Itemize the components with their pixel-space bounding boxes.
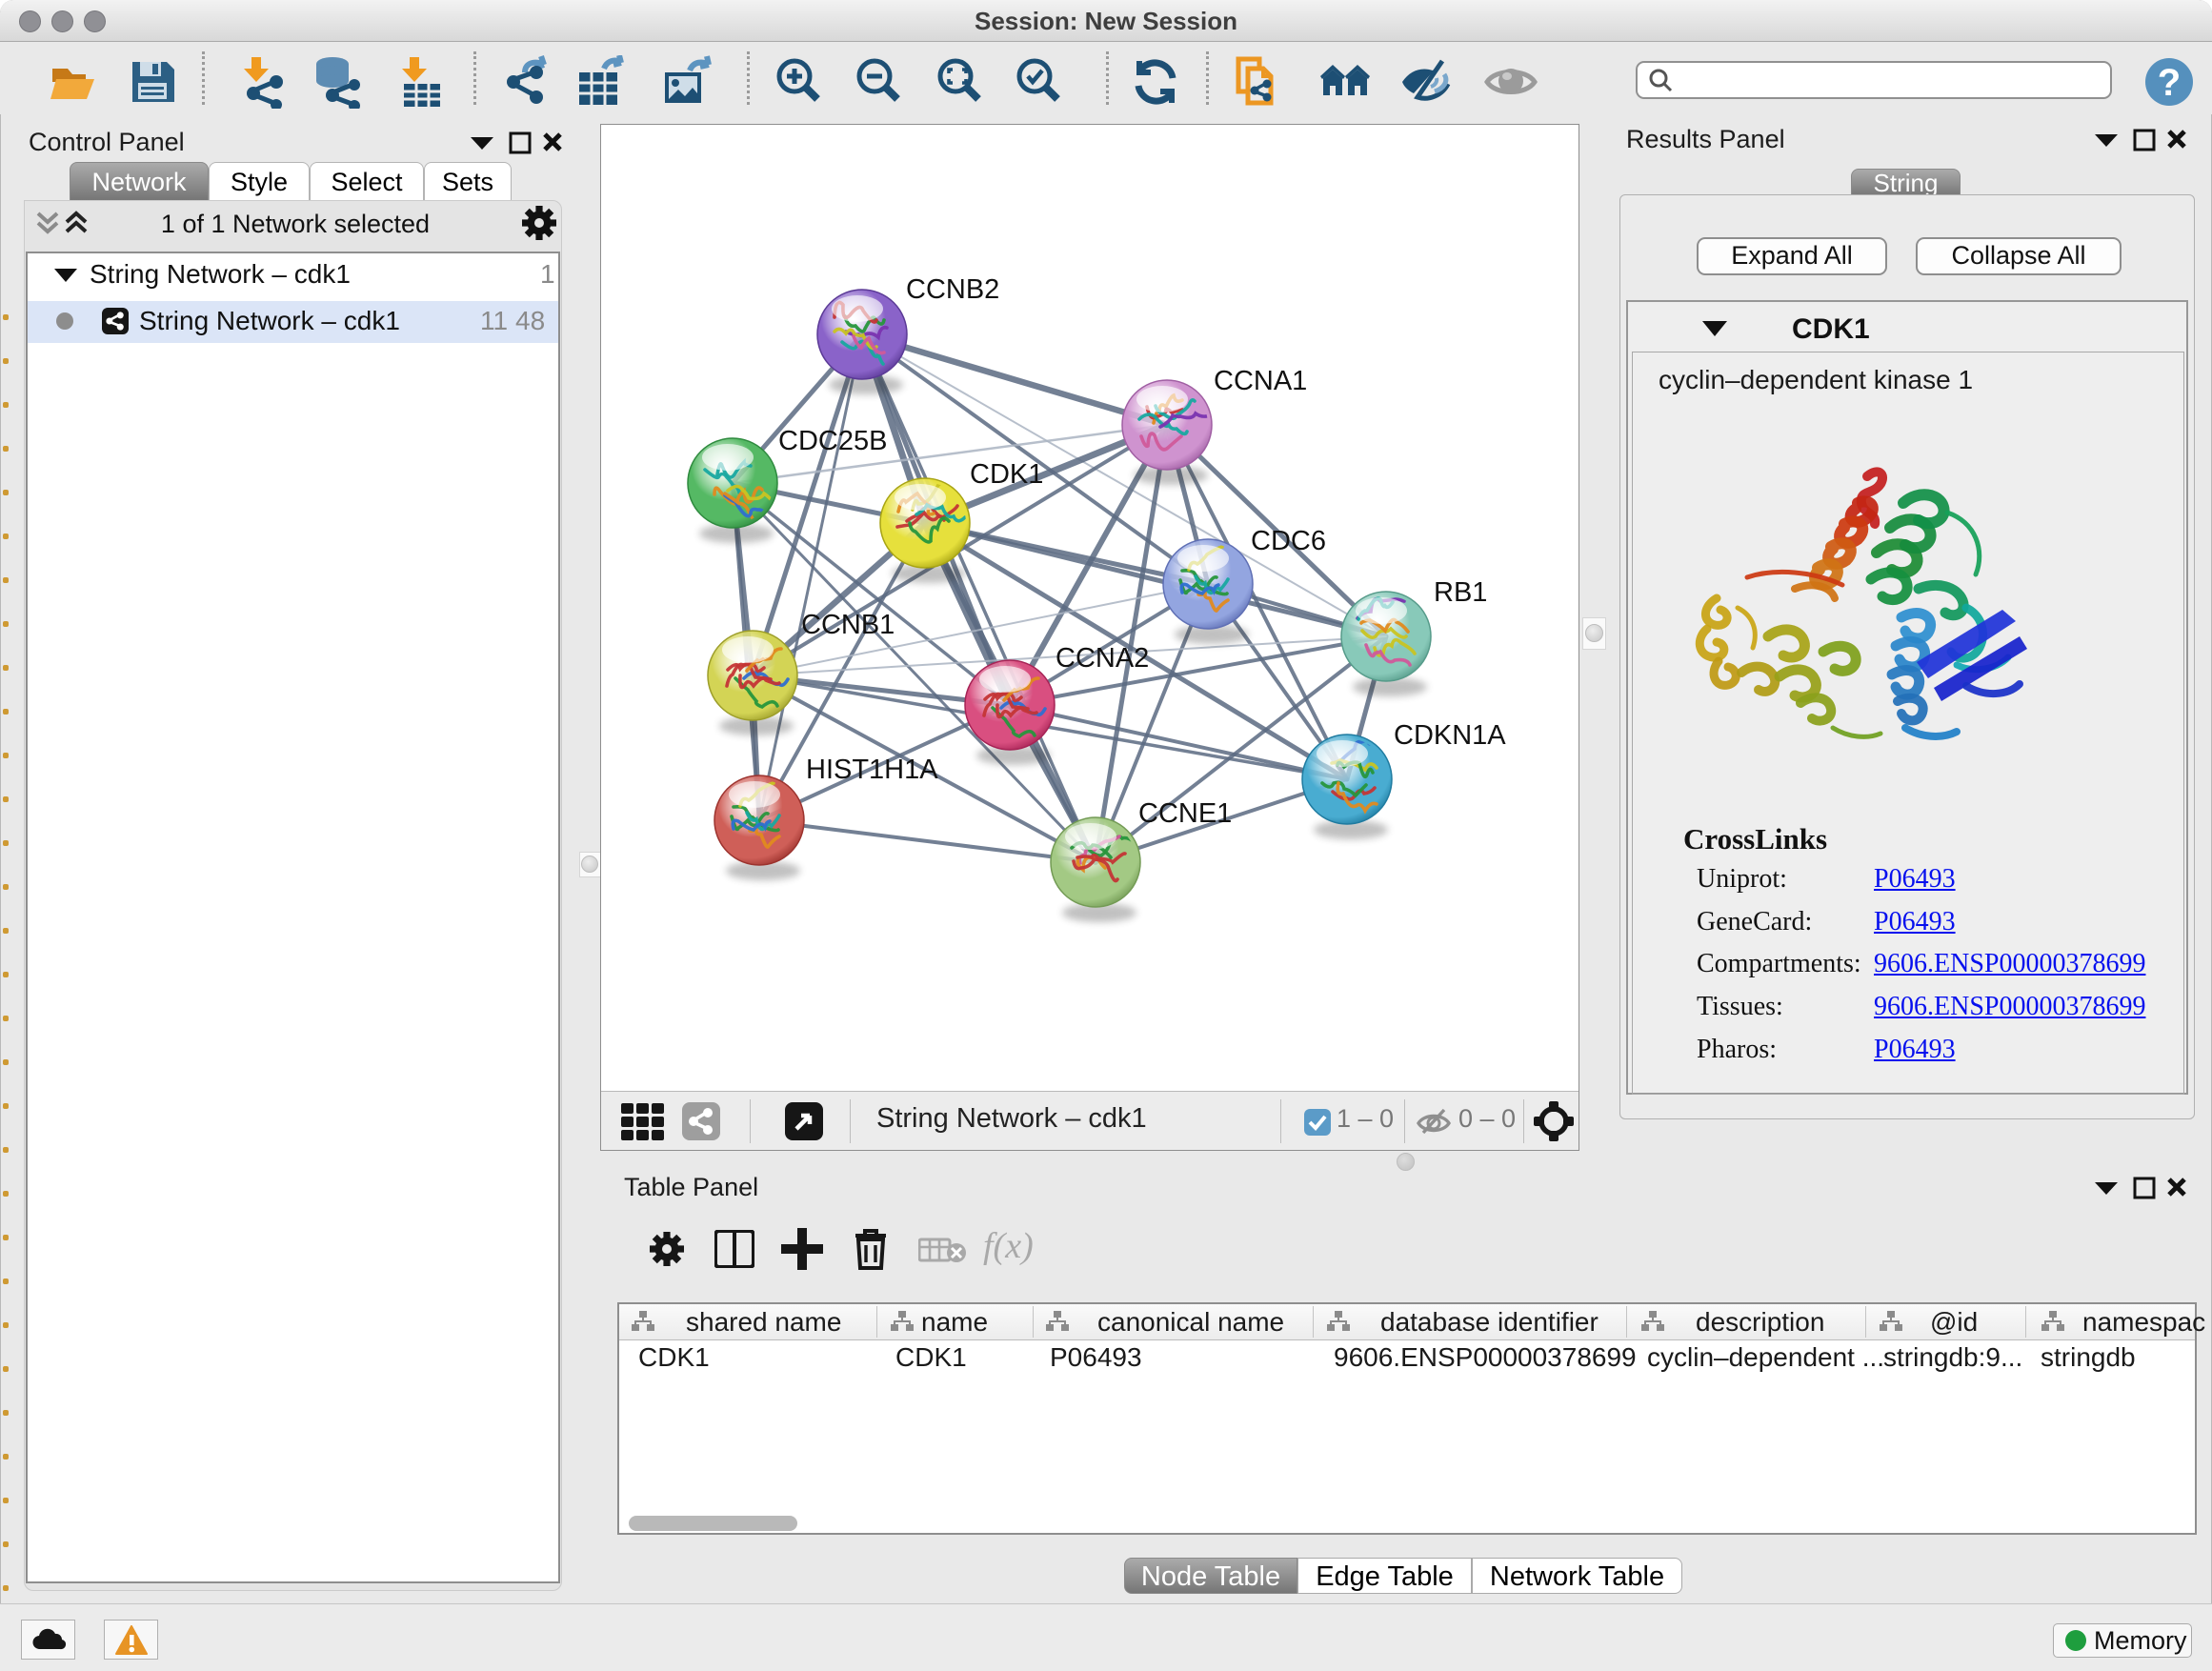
svg-text:CDK1: CDK1 bbox=[970, 459, 1043, 490]
svg-text:CDKN1A: CDKN1A bbox=[1394, 720, 1506, 751]
svg-text:?: ? bbox=[2158, 62, 2181, 104]
svg-text:CDC25B: CDC25B bbox=[778, 426, 887, 456]
svg-text:CCNA1: CCNA1 bbox=[1214, 366, 1307, 396]
svg-text:RB1: RB1 bbox=[1434, 577, 1487, 608]
svg-text:CDC6: CDC6 bbox=[1251, 526, 1326, 556]
svg-text:HIST1H1A: HIST1H1A bbox=[806, 755, 938, 785]
svg-text:CCNB2: CCNB2 bbox=[906, 274, 999, 305]
svg-text:CCNB1: CCNB1 bbox=[801, 610, 895, 640]
svg-text:CCNE1: CCNE1 bbox=[1138, 798, 1232, 829]
svg-text:CCNA2: CCNA2 bbox=[1056, 643, 1149, 674]
